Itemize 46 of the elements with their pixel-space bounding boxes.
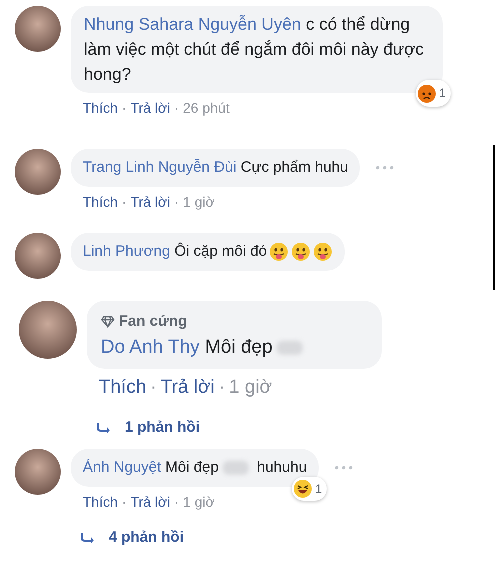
blurred-word xyxy=(222,461,249,476)
comment-text: Linh Phương Ôi cặp môi đó xyxy=(83,243,268,260)
commenter-name[interactable]: Trang Linh Nguyễn Đùi xyxy=(83,159,237,176)
commenter-name[interactable]: Nhung Sahara Nguyễn Uyên xyxy=(84,15,302,34)
blurred-word xyxy=(276,340,303,355)
timestamp: 26 phút xyxy=(183,99,230,118)
action-link[interactable]: Thích xyxy=(83,192,118,213)
comment-text: Ánh Nguyệt Môi đẹp huhuhu xyxy=(83,459,308,476)
separator-dot: · xyxy=(150,376,157,400)
separator-dot: · xyxy=(122,493,127,512)
reply-arrow-icon xyxy=(81,532,95,544)
replies-link[interactable]: 1 phản hồi xyxy=(125,416,200,439)
action-link[interactable]: Thích xyxy=(99,374,147,402)
action-link[interactable]: Thích xyxy=(83,492,118,513)
timestamp: 1 giờ xyxy=(183,193,215,212)
action-link[interactable]: Trả lời xyxy=(130,192,170,213)
separator-dot: · xyxy=(218,376,226,400)
tongue-face-icon xyxy=(269,242,290,262)
replies-link[interactable]: 4 phản hồi xyxy=(109,527,184,550)
comment-text: Do Anh Thy Môi đẹp xyxy=(101,337,307,358)
avatar[interactable] xyxy=(15,449,61,495)
separator-dot: · xyxy=(174,99,180,118)
action-link[interactable]: Thích xyxy=(83,98,118,119)
comment-text: Trang Linh Nguyễn Đùi Cực phẩm huhu xyxy=(83,159,348,176)
reply-arrow-icon xyxy=(97,422,111,434)
timestamp: 1 giờ xyxy=(183,493,215,512)
badge-label: Fan cứng xyxy=(119,312,188,332)
reaction-badge[interactable]: 1 xyxy=(292,477,328,501)
action-link[interactable]: Trả lời xyxy=(130,492,170,513)
commenter-name[interactable]: Linh Phương xyxy=(83,243,170,260)
diamond-icon xyxy=(101,316,115,328)
commenter-name[interactable]: Ánh Nguyệt xyxy=(83,459,162,476)
reaction-badge[interactable]: 1 xyxy=(416,80,451,107)
action-link[interactable]: Trả lời xyxy=(130,98,170,119)
avatar[interactable] xyxy=(15,6,61,52)
tongue-face-icon xyxy=(291,242,312,262)
tongue-face-icon xyxy=(313,242,334,262)
separator-dot: · xyxy=(174,193,180,212)
separator-dot: · xyxy=(122,193,127,212)
timestamp: 1 giờ xyxy=(229,376,272,400)
commenter-name[interactable]: Do Anh Thy xyxy=(101,337,200,358)
action-link[interactable]: Trả lời xyxy=(160,374,215,402)
avatar[interactable] xyxy=(15,233,61,279)
separator-dot: · xyxy=(174,493,180,512)
separator-dot: · xyxy=(122,99,127,118)
avatar[interactable] xyxy=(15,149,61,195)
